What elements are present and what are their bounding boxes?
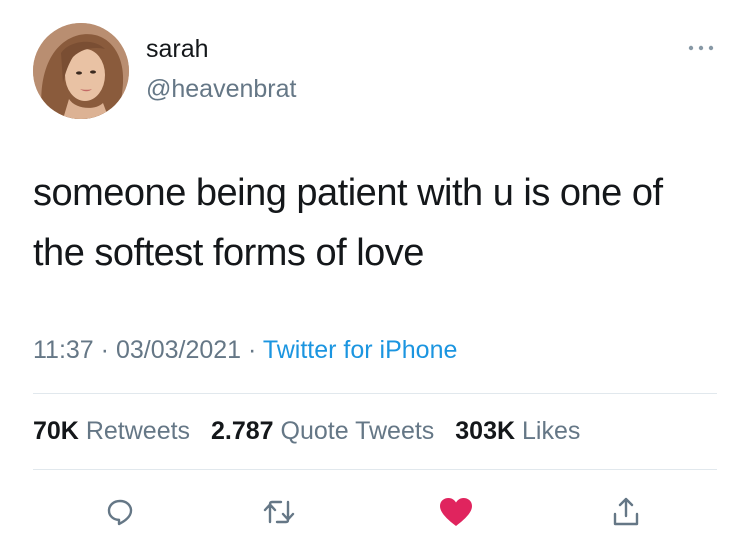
like-button[interactable] — [434, 490, 478, 534]
divider — [33, 393, 717, 394]
tweet-text: someone being patient with u is one of t… — [33, 172, 663, 274]
retweets-label: Retweets — [85, 417, 191, 445]
user-name[interactable]: sarah — [146, 34, 209, 64]
meta-separator: · — [100, 336, 109, 364]
meta-separator: · — [248, 336, 257, 364]
likes-count: 303K — [455, 417, 516, 445]
tweet-source[interactable]: Twitter for iPhone — [263, 336, 458, 364]
tweet-card: sarah @heavenbrat someone being patient … — [0, 0, 733, 555]
user-handle[interactable]: @heavenbrat — [146, 74, 296, 104]
action-bar — [0, 490, 733, 540]
likes-label: Likes — [521, 417, 581, 445]
reply-icon — [107, 499, 133, 526]
tweet-time[interactable]: 11:37 — [33, 336, 94, 364]
reply-button[interactable] — [98, 490, 142, 534]
divider — [33, 469, 717, 470]
retweets-stat[interactable]: 70K Retweets — [33, 417, 197, 445]
heart-icon — [440, 498, 472, 526]
quote-tweets-count: 2.787 — [211, 417, 274, 445]
quote-tweets-stat[interactable]: 2.787 Quote Tweets — [211, 417, 441, 445]
tweet-date[interactable]: 03/03/2021 — [116, 336, 241, 364]
share-button[interactable] — [604, 490, 648, 534]
more-icon[interactable] — [686, 38, 716, 58]
avatar-image — [33, 23, 129, 119]
retweets-count: 70K — [33, 417, 79, 445]
likes-stat[interactable]: 303K Likes — [455, 417, 580, 445]
retweet-icon — [263, 500, 295, 524]
tweet-stats: 70K Retweets 2.787 Quote Tweets 303K Lik… — [33, 414, 594, 448]
share-icon — [613, 497, 639, 526]
retweet-button[interactable] — [257, 490, 301, 534]
avatar[interactable] — [33, 23, 129, 119]
tweet-meta: 11:37 · 03/03/2021 · Twitter for iPhone — [33, 333, 457, 367]
quote-tweets-label: Quote Tweets — [280, 417, 435, 445]
